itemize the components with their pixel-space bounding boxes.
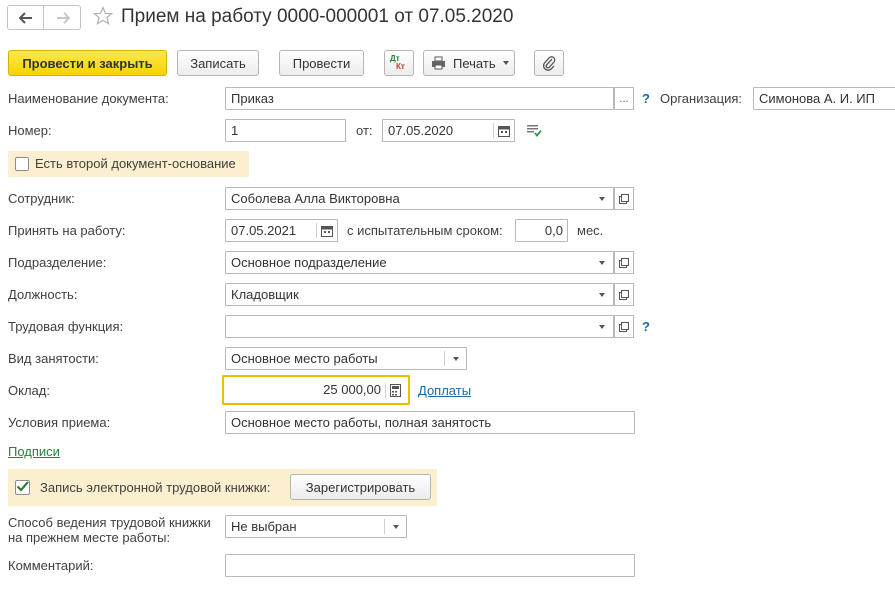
labor-function-label: Трудовая функция:	[8, 319, 124, 334]
print-button[interactable]: Печать	[423, 50, 515, 76]
e-workbook-label: Запись электронной трудовой книжки:	[40, 480, 271, 495]
print-label: Печать	[453, 55, 496, 71]
open-window-icon	[619, 289, 629, 300]
nav-back-forward-group	[7, 5, 81, 30]
comment-field[interactable]	[225, 554, 635, 577]
chevron-down-icon	[453, 356, 459, 361]
printer-icon	[432, 56, 445, 70]
chevron-down-icon	[599, 260, 605, 265]
open-window-icon	[619, 193, 629, 204]
organization-label: Организация:	[660, 91, 743, 106]
hire-date-field[interactable]: 07.05.2021	[225, 219, 338, 242]
doc-name-help-icon[interactable]: ?	[642, 91, 650, 107]
employment-type-field[interactable]: Основное место работы	[225, 347, 467, 370]
department-open-button[interactable]	[614, 251, 634, 274]
labor-function-dropdown-arrow[interactable]	[592, 316, 612, 337]
arrow-right-icon	[57, 11, 70, 24]
second-doc-checkbox[interactable]	[15, 157, 29, 171]
labor-function-field[interactable]	[225, 315, 614, 338]
workbook-method-label-line1: Способ ведения трудовой книжки	[8, 515, 211, 530]
department-label: Подразделение:	[8, 255, 107, 270]
doc-name-field[interactable]: Приказ	[225, 87, 614, 110]
department-dropdown-arrow[interactable]	[592, 252, 612, 273]
employment-type-label: Вид занятости:	[8, 351, 99, 366]
doc-name-select-button[interactable]: ...	[614, 87, 634, 110]
dt-kt-button[interactable]: Дт Кт	[384, 50, 414, 76]
date-label: от:	[356, 123, 373, 138]
back-button[interactable]	[8, 6, 44, 29]
doc-name-label: Наименование документа:	[8, 91, 169, 106]
open-window-icon	[619, 321, 629, 332]
department-field[interactable]: Основное подразделение	[225, 251, 614, 274]
chevron-down-icon	[502, 61, 509, 65]
checkmark-icon	[16, 481, 29, 492]
arrow-left-icon	[18, 11, 32, 24]
chevron-down-icon	[393, 524, 399, 529]
position-field[interactable]: Кладовщик	[225, 283, 614, 306]
attach-button[interactable]	[534, 50, 564, 76]
second-doc-row: Есть второй документ-основание	[8, 151, 249, 177]
conditions-field[interactable]: Основное место работы, полная занятость	[225, 411, 635, 434]
forward-button[interactable]	[45, 6, 81, 29]
register-button[interactable]: Зарегистрировать	[290, 474, 431, 500]
e-workbook-checkbox[interactable]	[15, 480, 30, 495]
post-and-close-button[interactable]: Провести и закрыть	[8, 50, 167, 76]
probation-field[interactable]: 0,0	[515, 219, 568, 242]
number-field[interactable]: 1	[225, 119, 346, 142]
dt-kt-icon: Дт Кт	[390, 54, 405, 71]
post-button[interactable]: Провести	[279, 50, 364, 76]
numbering-settings-icon[interactable]	[526, 123, 542, 137]
comment-label: Комментарий:	[8, 558, 94, 573]
chevron-down-icon	[599, 324, 605, 329]
employee-dropdown-arrow[interactable]	[592, 188, 612, 209]
open-window-icon	[619, 257, 629, 268]
employee-open-button[interactable]	[614, 187, 634, 210]
probation-label: с испытательным сроком:	[347, 223, 503, 238]
workbook-method-field[interactable]: Не выбран	[225, 515, 407, 538]
save-button[interactable]: Записать	[177, 50, 259, 76]
page-title: Прием на работу 0000-000001 от 07.05.202…	[121, 6, 514, 27]
calendar-icon[interactable]	[321, 225, 333, 237]
workbook-method-label-line2: на прежнем месте работы:	[8, 530, 171, 545]
calculator-icon[interactable]	[390, 384, 401, 397]
employment-type-dropdown-arrow[interactable]	[446, 348, 466, 369]
employee-label: Сотрудник:	[8, 191, 75, 206]
salary-field[interactable]: 25 000,00	[222, 375, 410, 405]
hire-label: Принять на работу:	[8, 223, 126, 238]
favorite-star-icon[interactable]	[92, 5, 114, 26]
calendar-icon[interactable]	[498, 125, 510, 137]
second-doc-label: Есть второй документ-основание	[35, 156, 236, 171]
e-workbook-row: Запись электронной трудовой книжки: Заре…	[8, 469, 437, 506]
position-dropdown-arrow[interactable]	[592, 284, 612, 305]
labor-function-open-button[interactable]	[614, 315, 634, 338]
position-open-button[interactable]	[614, 283, 634, 306]
signatures-link[interactable]: Подписи	[8, 444, 60, 460]
chevron-down-icon	[599, 292, 605, 297]
employee-field[interactable]: Соболева Алла Викторовна	[225, 187, 614, 210]
paperclip-icon	[542, 56, 556, 71]
workbook-method-dropdown-arrow[interactable]	[386, 516, 406, 537]
organization-field[interactable]: Симонова А. И. ИП	[753, 87, 895, 110]
salary-label: Оклад:	[8, 383, 50, 398]
labor-function-help-icon[interactable]: ?	[642, 319, 650, 335]
number-label: Номер:	[8, 123, 52, 138]
chevron-down-icon	[599, 196, 605, 201]
position-label: Должность:	[8, 287, 78, 302]
document-date-field[interactable]: 07.05.2020	[382, 119, 515, 142]
probation-unit-label: мес.	[577, 223, 604, 238]
conditions-label: Условия приема:	[8, 415, 111, 430]
additional-payments-link[interactable]: Доплаты	[418, 383, 471, 399]
